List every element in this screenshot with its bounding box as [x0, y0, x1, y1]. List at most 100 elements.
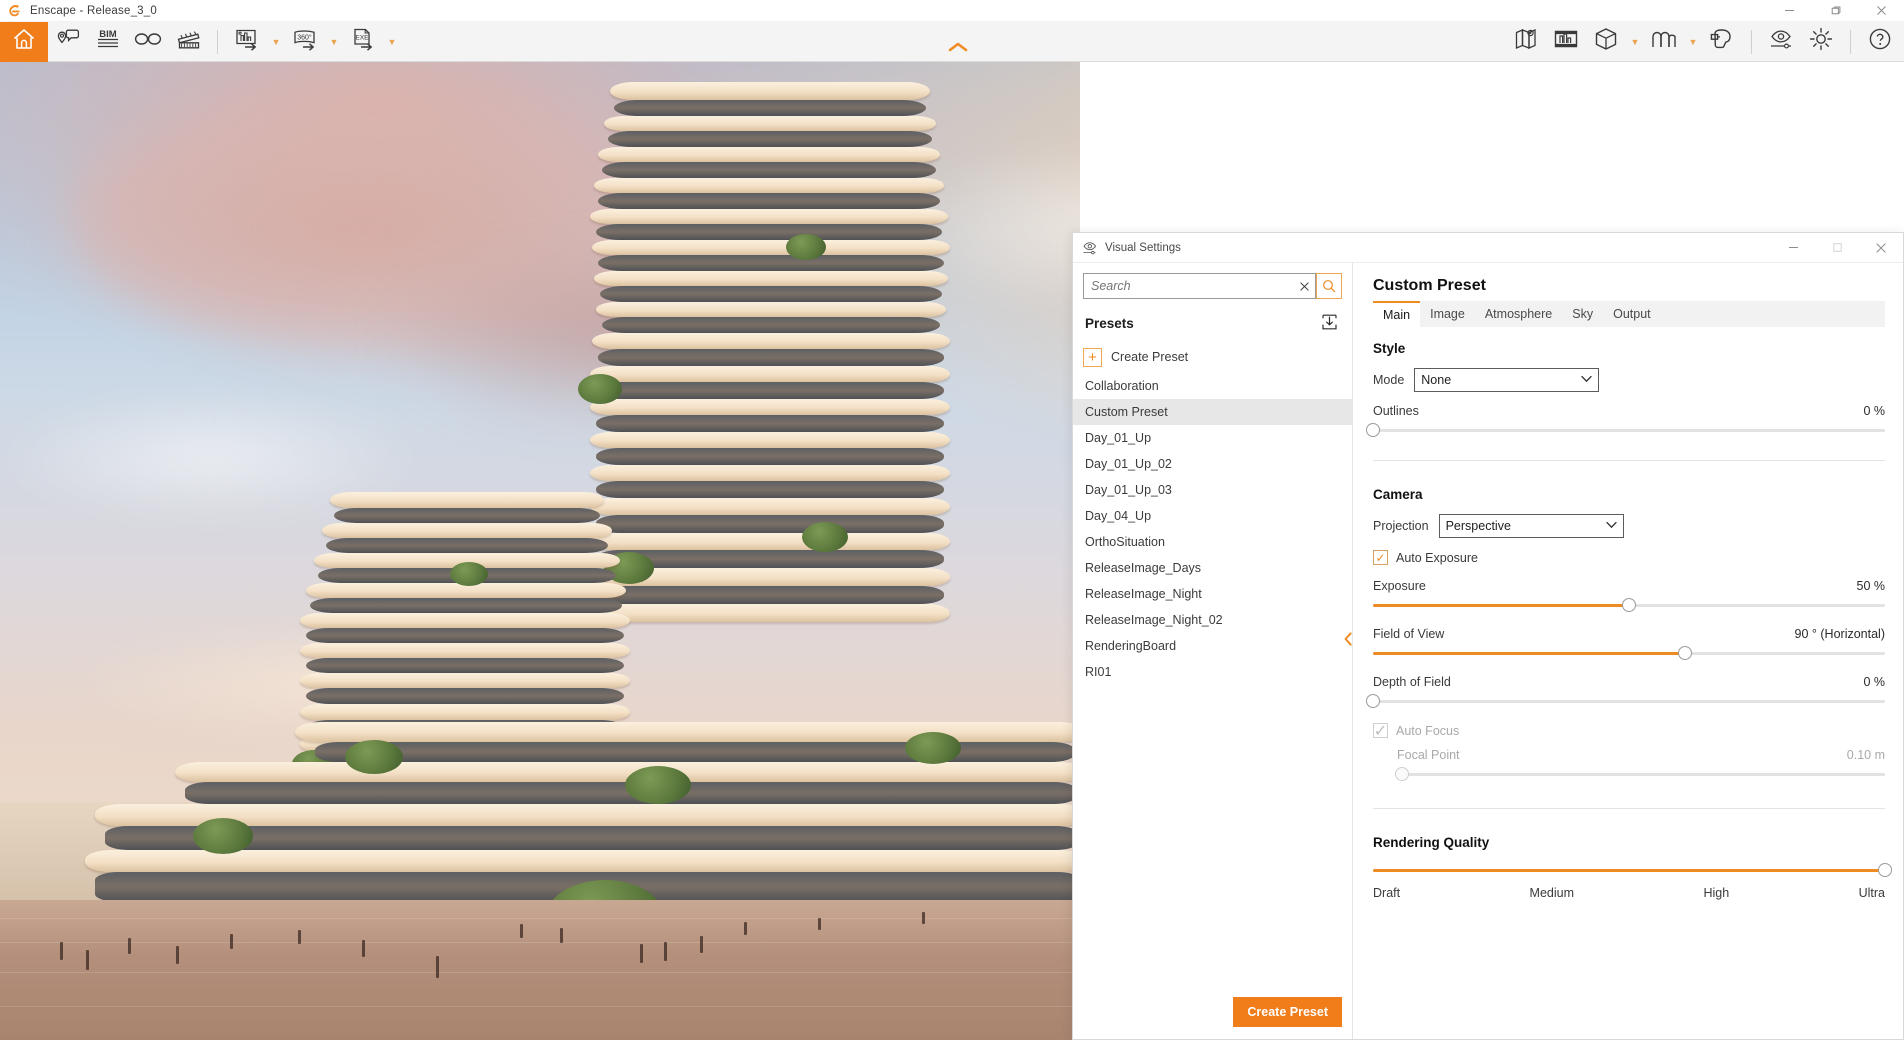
location-comment-icon [55, 27, 81, 56]
arches-icon-button[interactable] [1644, 22, 1684, 62]
panorama-360-icon-button[interactable]: 360° [285, 22, 325, 62]
depth-of-field-label: Depth of Field [1373, 675, 1451, 689]
clapperboard-icon [175, 27, 202, 56]
create-preset-row-label: Create Preset [1111, 350, 1188, 364]
settings-scroll-area[interactable]: Custom Preset Main Image Atmosphere Sky … [1353, 263, 1903, 1039]
view-management-chevron-down-icon[interactable]: ▼ [1626, 22, 1644, 62]
preset-item-renderingboard[interactable]: RenderingBoard [1073, 633, 1352, 659]
tab-main[interactable]: Main [1373, 301, 1420, 327]
import-download-icon[interactable] [1320, 313, 1340, 333]
field-of-view-slider-knob[interactable] [1678, 646, 1692, 660]
visual-settings-minimize-button[interactable] [1771, 233, 1815, 262]
window-maximize-button[interactable] [1812, 0, 1858, 22]
quality-label-ultra[interactable]: Ultra [1859, 886, 1885, 900]
mode-select[interactable]: None [1414, 368, 1599, 392]
image-export-chevron-down-icon[interactable]: ▼ [267, 22, 285, 62]
asset-library-icon [1553, 27, 1579, 56]
focal-point-label: Focal Point [1397, 748, 1460, 762]
depth-of-field-slider-knob[interactable] [1366, 694, 1380, 708]
quality-label-medium[interactable]: Medium [1530, 886, 1574, 900]
preset-item-collaboration[interactable]: Collaboration [1073, 373, 1352, 399]
preset-item-custom-preset[interactable]: Custom Preset [1073, 399, 1352, 425]
page-title: Custom Preset [1373, 263, 1885, 301]
window-close-button[interactable] [1858, 0, 1904, 22]
preset-item-releaseimage-days[interactable]: ReleaseImage_Days [1073, 555, 1352, 581]
exposure-slider-fill [1373, 604, 1629, 607]
presets-list[interactable]: + Create Preset Collaboration Custom Pre… [1073, 339, 1352, 989]
preset-item-day-01-up-02[interactable]: Day_01_Up_02 [1073, 451, 1352, 477]
tab-sky[interactable]: Sky [1562, 301, 1603, 327]
close-icon[interactable] [1293, 274, 1315, 298]
search-box[interactable] [1083, 273, 1316, 299]
plaza-ground [0, 900, 1080, 1040]
map-pin-icon [1513, 26, 1539, 57]
vr-headset-icon-button[interactable] [1702, 22, 1742, 62]
eye-settings-icon-button[interactable] [1761, 22, 1801, 62]
search-icon[interactable] [1316, 273, 1342, 299]
rendering-quality-slider[interactable] [1373, 862, 1885, 878]
depth-of-field-slider[interactable] [1373, 693, 1885, 709]
create-preset-row[interactable]: + Create Preset [1073, 341, 1352, 373]
bim-icon-button[interactable]: BIM [88, 22, 128, 62]
presets-header: Presets [1073, 305, 1352, 339]
svg-text:EXE: EXE [355, 35, 369, 42]
asset-library-icon-button[interactable] [1546, 22, 1586, 62]
auto-exposure-row[interactable]: ✓ Auto Exposure [1373, 550, 1885, 565]
exposure-slider-knob[interactable] [1622, 598, 1636, 612]
toolbar-right-group: ▼ ▼ [1506, 22, 1904, 62]
focal-point-slider-knob [1395, 767, 1409, 781]
visual-settings-close-button[interactable] [1859, 233, 1903, 262]
preset-item-orthosituation[interactable]: OrthoSituation [1073, 529, 1352, 555]
vr-headset-icon [1708, 27, 1736, 56]
auto-focus-label: Auto Focus [1396, 724, 1459, 738]
visual-settings-window-controls [1771, 233, 1903, 262]
tab-atmosphere[interactable]: Atmosphere [1475, 301, 1562, 327]
outlines-label: Outlines [1373, 404, 1419, 418]
preset-item-ri01[interactable]: RI01 [1073, 659, 1352, 685]
clapperboard-icon-button[interactable] [168, 22, 208, 62]
field-of-view-slider[interactable] [1373, 645, 1885, 661]
preset-item-day-01-up-03[interactable]: Day_01_Up_03 [1073, 477, 1352, 503]
rendering-quality-slider-knob[interactable] [1878, 863, 1892, 877]
depth-of-field-row: Depth of Field 0 % [1373, 675, 1885, 689]
gear-icon-button[interactable] [1801, 22, 1841, 62]
tab-output[interactable]: Output [1603, 301, 1661, 327]
outlines-slider-knob[interactable] [1366, 423, 1380, 437]
preset-item-releaseimage-night[interactable]: ReleaseImage_Night [1073, 581, 1352, 607]
chevron-left-icon[interactable] [1342, 630, 1354, 648]
projection-select[interactable]: Perspective [1439, 514, 1624, 538]
presets-title: Presets [1085, 316, 1134, 331]
quality-label-high[interactable]: High [1703, 886, 1729, 900]
glasses-icon-button[interactable] [128, 22, 168, 62]
preset-item-day-01-up[interactable]: Day_01_Up [1073, 425, 1352, 451]
auto-exposure-checkbox[interactable]: ✓ [1373, 550, 1388, 565]
image-export-icon-button[interactable] [227, 22, 267, 62]
svg-text:360°: 360° [297, 33, 312, 41]
window-minimize-button[interactable] [1766, 0, 1812, 22]
quality-label-draft[interactable]: Draft [1373, 886, 1400, 900]
outlines-slider-track [1373, 429, 1885, 432]
create-preset-button[interactable]: Create Preset [1233, 997, 1342, 1027]
location-comment-icon-button[interactable] [48, 22, 88, 62]
panorama-export-chevron-down-icon[interactable]: ▼ [325, 22, 343, 62]
preset-item-releaseimage-night-02[interactable]: ReleaseImage_Night_02 [1073, 607, 1352, 633]
exe-export-chevron-down-icon[interactable]: ▼ [383, 22, 401, 62]
geometry-modes-chevron-down-icon[interactable]: ▼ [1684, 22, 1702, 62]
tab-image[interactable]: Image [1420, 301, 1475, 327]
exe-export-icon-button[interactable]: EXE [343, 22, 383, 62]
field-of-view-label: Field of View [1373, 627, 1444, 641]
cube-icon-button[interactable] [1586, 22, 1626, 62]
chevron-up-icon[interactable] [930, 40, 986, 54]
toolbar-divider-right [1751, 30, 1752, 54]
outlines-slider[interactable] [1373, 422, 1885, 438]
search-input[interactable] [1084, 274, 1293, 298]
preset-item-day-04-up[interactable]: Day_04_Up [1073, 503, 1352, 529]
map-pin-icon-button[interactable] [1506, 22, 1546, 62]
focal-point-slider-track [1397, 773, 1885, 776]
projection-label: Projection [1373, 519, 1429, 533]
home-button[interactable] [0, 22, 48, 62]
visual-settings-titlebar: Visual Settings [1073, 233, 1903, 263]
chevron-down-icon [1606, 521, 1617, 532]
question-circle-icon-button[interactable] [1860, 22, 1900, 62]
exposure-slider[interactable] [1373, 597, 1885, 613]
